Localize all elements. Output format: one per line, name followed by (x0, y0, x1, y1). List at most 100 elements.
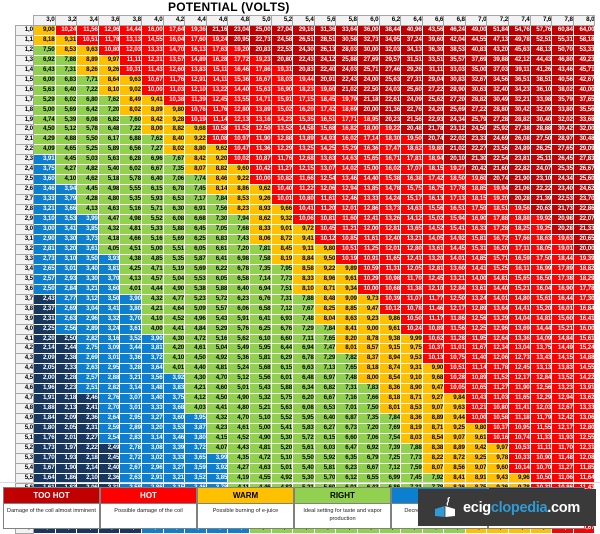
column-header-volts-6.2: 6,2 (378, 15, 402, 26)
power-cell: 31,51 (400, 54, 423, 66)
power-cell: 15,71 (486, 253, 510, 265)
row-header-ohms-2.1: 2,1 (15, 134, 34, 146)
row-header-ohms-2.3: 2,3 (15, 154, 34, 166)
power-cell: 2,78 (119, 442, 142, 454)
power-cell: 27,69 (356, 54, 380, 66)
power-cell: 34,13 (400, 44, 423, 56)
power-cell: 8,18 (356, 363, 380, 375)
power-cell: 8,41 (335, 323, 358, 335)
table-row: 3,4 2,65 3,01 3,40 3,81 4,25 4,71 5,19 5,69 6,22 6… (15, 263, 596, 275)
power-cell: 18,25 (508, 224, 531, 235)
power-cell: 11,93 (551, 433, 574, 444)
power-cell: 16,20 (486, 243, 510, 255)
power-cell: 3,72 (184, 442, 207, 454)
power-cell: 6,40 (313, 413, 337, 425)
power-cell: 19,56 (508, 204, 531, 216)
power-cell: 16,04 (529, 283, 553, 295)
power-cell: 15,24 (572, 343, 596, 355)
power-cell: 10,89 (421, 323, 445, 335)
power-cell: 22,76 (400, 104, 423, 116)
power-cell: 13,20 (421, 253, 445, 265)
power-cell: 9,90 (421, 363, 445, 375)
power-cell: 7,22 (76, 84, 99, 96)
power-cell: 23,10 (529, 174, 553, 186)
power-cell: 12,17 (508, 373, 531, 385)
power-cell: 41,26 (529, 64, 553, 76)
power-cell: 16,82 (335, 124, 358, 136)
power-cell: 2,45 (97, 452, 121, 464)
power-cell: 9,73 (356, 293, 380, 305)
power-cell: 5,49 (227, 343, 250, 355)
power-cell: 27,31 (400, 74, 423, 86)
power-cell: 7,68 (227, 224, 250, 235)
power-cell: 8,84 (292, 253, 315, 265)
power-cell: 9,25 (464, 452, 488, 464)
power-cell: 5,52 (140, 214, 164, 226)
power-cell: 15,65 (356, 154, 380, 166)
power-cell: 10,68 (378, 283, 402, 295)
power-cell: 4,27 (54, 164, 78, 176)
power-cell: 11,40 (464, 353, 488, 365)
power-cell: 2,20 (33, 333, 56, 345)
power-cell: 6,83 (54, 74, 78, 86)
power-cell: 7,56 (205, 204, 229, 216)
power-cell: 19,20 (486, 194, 510, 206)
table-row: 1,5 6,00 6,83 7,71 8,64 9,63 10,67 11,76 12,91 14… (15, 74, 596, 86)
power-cell: 2,96 (140, 462, 164, 474)
power-cell: 9,80 (464, 423, 488, 435)
power-cell: 13,52 (270, 124, 294, 136)
power-cell: 1,97 (54, 442, 78, 454)
row-header-ohms-2.8: 2,8 (15, 204, 34, 216)
power-cell: 6,15 (270, 363, 294, 375)
power-cell: 20,42 (464, 164, 488, 176)
power-cell: 4,35 (227, 452, 250, 464)
power-cell: 4,72 (184, 333, 207, 345)
power-cell: 20,74 (486, 174, 510, 186)
power-cell: 4,74 (33, 114, 56, 126)
power-cell: 49,23 (572, 54, 596, 66)
power-cell: 8,64 (97, 74, 121, 86)
power-cell: 4,90 (227, 393, 250, 405)
power-cell: 8,19 (270, 253, 294, 265)
power-cell: 23,81 (508, 154, 531, 166)
power-cell: 2,43 (33, 293, 56, 305)
power-cell: 11,01 (443, 343, 466, 355)
power-cell: 3,95 (184, 413, 207, 425)
power-cell: 32,21 (508, 94, 531, 106)
power-cell: 9,22 (227, 174, 250, 186)
power-cell: 12,46 (335, 194, 358, 206)
power-cell: 8,33 (292, 273, 315, 285)
power-cell: 4,41 (162, 323, 186, 335)
power-cell: 6,43 (33, 64, 56, 76)
power-cell: 9,27 (421, 393, 445, 405)
legend-label: WARM (198, 488, 293, 504)
logo-text-dotcom: .com (547, 499, 580, 516)
power-cell: 2,28 (54, 373, 78, 385)
power-cell: 22,43 (292, 54, 315, 66)
power-cell: 10,41 (292, 204, 315, 216)
power-cell: 9,26 (97, 64, 121, 76)
power-cell: 15,63 (248, 84, 272, 96)
power-cell: 8,82 (162, 124, 186, 136)
row-header-ohms-4.8: 4,8 (15, 403, 34, 415)
power-cell: 13,89 (292, 134, 315, 146)
power-cell: 11,70 (551, 442, 574, 454)
power-cell: 12,86 (356, 204, 380, 216)
power-cell: 8,53 (400, 403, 423, 415)
power-cell: 4,92 (205, 353, 229, 365)
power-table: 3,0 3,2 3,4 3,6 3,8 4,0 4,2 4,4 4,6 4,8 5,0 5,2 5,4 5… (15, 15, 596, 534)
power-cell: 15,25 (486, 263, 510, 275)
power-cell: 14,01 (486, 293, 510, 305)
power-cell: 30,83 (443, 74, 466, 86)
power-cell: 9,50 (313, 253, 337, 265)
column-header-volts-7.4: 7,4 (508, 15, 531, 26)
power-cell: 20,80 (270, 54, 294, 66)
power-cell: 34,23 (508, 84, 531, 96)
power-cell: 8,85 (335, 303, 358, 315)
ecigclopedia-logo[interactable]: ecigclopedia.com (418, 489, 596, 526)
power-cell: 2,93 (54, 273, 78, 285)
power-cell: 5,88 (205, 283, 229, 295)
power-cell: 64,00 (572, 24, 596, 36)
power-cell: 4,43 (227, 442, 250, 454)
power-cell: 4,10 (162, 353, 186, 365)
